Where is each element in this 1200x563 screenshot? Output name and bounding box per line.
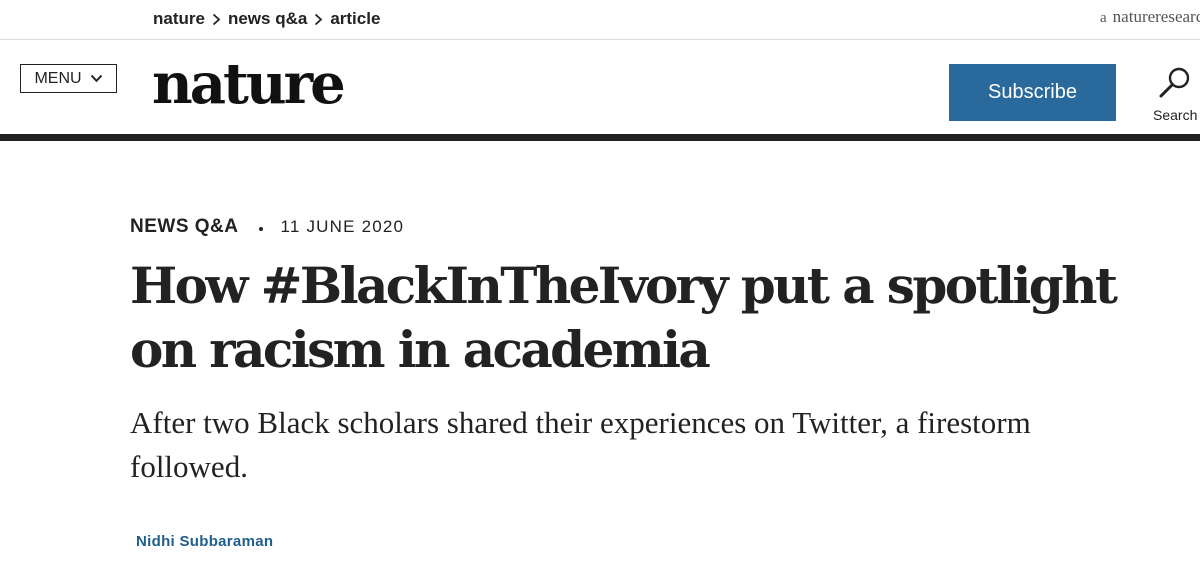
- site-header: MENU nature Subscribe Search: [0, 40, 1200, 134]
- menu-label: MENU: [34, 69, 82, 87]
- search-label: Search: [1153, 107, 1198, 123]
- search-button[interactable]: Search: [1148, 66, 1200, 124]
- nature-logo[interactable]: nature: [152, 44, 346, 124]
- article-meta: NEWS Q&A 11 JUNE 2020: [130, 216, 404, 238]
- subscribe-button[interactable]: Subscribe: [949, 64, 1116, 121]
- chevron-right-icon: [314, 13, 323, 26]
- article-type: NEWS Q&A: [130, 216, 239, 237]
- breadcrumb-current-article: article: [330, 9, 381, 28]
- brand-prefix: a: [1100, 10, 1107, 26]
- meta-separator-dot: [258, 227, 263, 231]
- brand-name: natureresearch: [1112, 7, 1200, 26]
- breadcrumb: nature news q&a article: [153, 9, 380, 29]
- author-link[interactable]: Nidhi Subbaraman: [136, 533, 273, 550]
- top-bar: nature news q&a article a natureresearch: [0, 0, 1200, 40]
- chevron-right-icon: [212, 13, 221, 26]
- search-icon: [1158, 66, 1192, 105]
- menu-button[interactable]: MENU: [20, 64, 117, 93]
- chevron-down-icon: [90, 70, 103, 88]
- article-date: 11 JUNE 2020: [280, 217, 405, 236]
- natureresearch-brand-link[interactable]: a natureresearch: [1100, 7, 1200, 27]
- article-standfirst: After two Black scholars shared their ex…: [130, 405, 1031, 484]
- header-divider: [0, 134, 1200, 141]
- article-title: How #BlackInTheIvory put a spotlight on …: [130, 256, 1118, 379]
- breadcrumb-link-news-qa[interactable]: news q&a: [228, 9, 307, 29]
- breadcrumb-link-nature[interactable]: nature: [153, 9, 205, 29]
